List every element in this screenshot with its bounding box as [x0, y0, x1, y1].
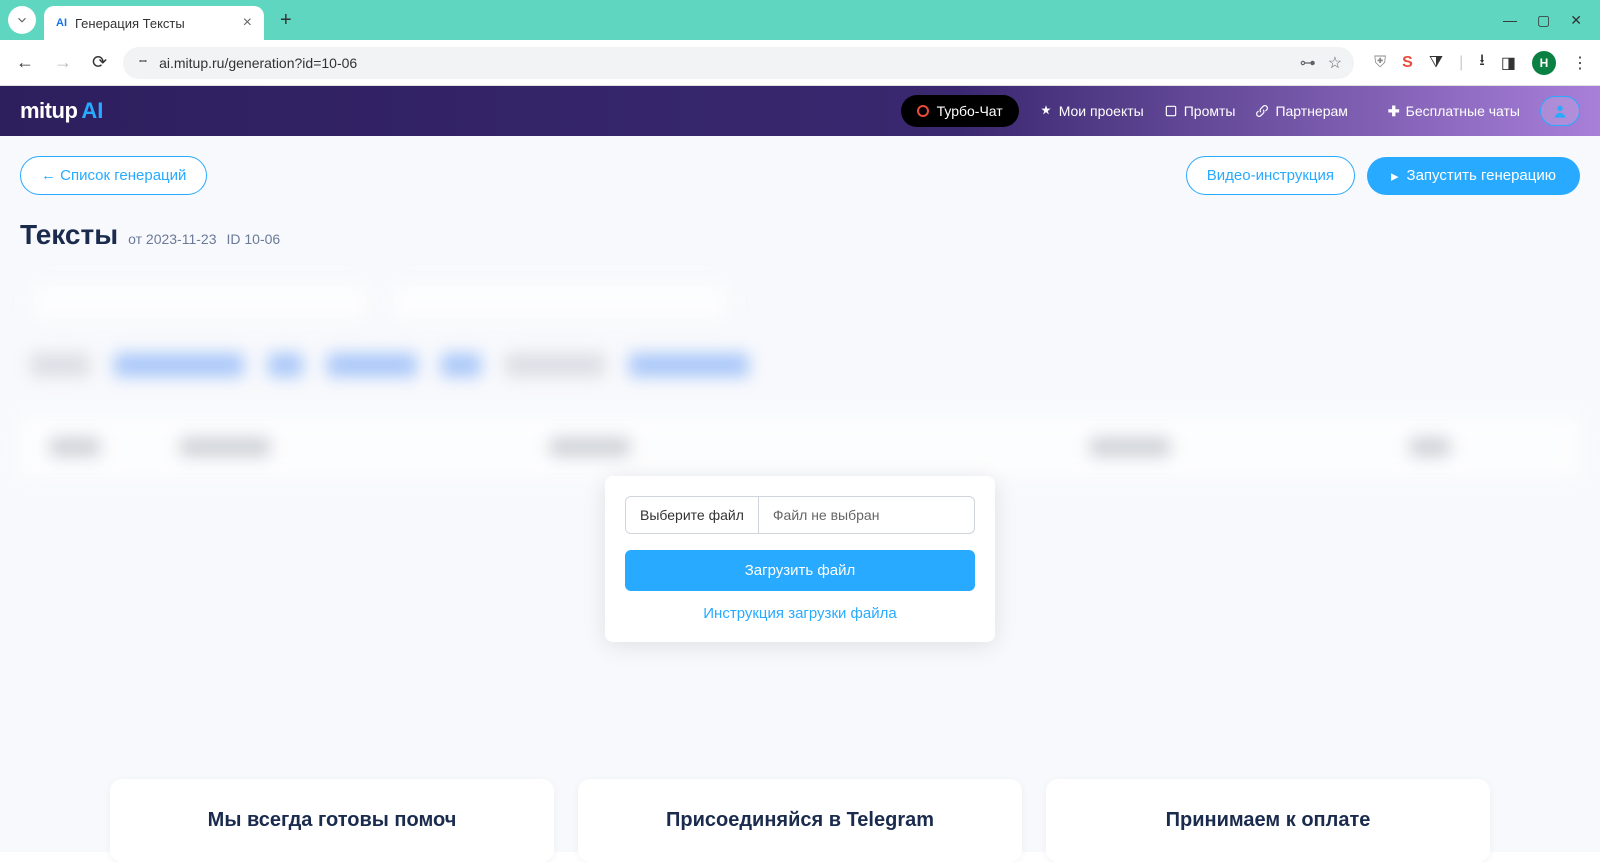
- extension-shield-icon[interactable]: ⛨: [1374, 54, 1386, 72]
- browser-menu-icon[interactable]: ⋮: [1572, 53, 1588, 73]
- back-to-list-button[interactable]: ← Список генераций: [20, 156, 207, 195]
- footer-card-telegram[interactable]: Присоединяйся в Telegram: [578, 779, 1022, 862]
- title-main: Тексты: [20, 219, 118, 251]
- nav-projects[interactable]: Мои проекты: [1039, 103, 1144, 119]
- nav-forward-icon[interactable]: →: [50, 48, 76, 77]
- password-key-icon[interactable]: ⊶: [1300, 53, 1316, 73]
- nav-reload-icon[interactable]: ⟳: [88, 48, 111, 77]
- nav-partners[interactable]: Партнерам: [1255, 103, 1347, 119]
- video-instruction-button[interactable]: Видео-инструкция: [1186, 156, 1355, 195]
- profile-avatar[interactable]: Н: [1532, 51, 1556, 75]
- record-dot-icon: [917, 105, 929, 117]
- bookmark-star-icon[interactable]: ☆: [1328, 53, 1342, 73]
- tab-title: Генерация Тексты: [75, 16, 235, 31]
- url-text: ai.mitup.ru/generation?id=10-06: [159, 55, 1292, 71]
- sidepanel-icon[interactable]: ◨: [1501, 53, 1516, 73]
- file-name-label: Файл не выбран: [759, 497, 974, 533]
- url-bar[interactable]: ai.mitup.ru/generation?id=10-06 ⊶ ☆: [123, 47, 1354, 79]
- title-id: ID 10-06: [226, 231, 280, 247]
- tab-search-button[interactable]: [8, 6, 36, 34]
- footer-card-payment[interactable]: Принимаем к оплате: [1046, 779, 1490, 862]
- upload-file-button[interactable]: Загрузить файл: [625, 550, 975, 591]
- browser-toolbar: ← → ⟳ ai.mitup.ru/generation?id=10-06 ⊶ …: [0, 40, 1600, 86]
- turbo-chat-button[interactable]: Турбо-Чат: [901, 95, 1019, 127]
- nav-back-icon[interactable]: ←: [12, 48, 38, 77]
- run-generation-button[interactable]: ▸ Запустить генерацию: [1367, 157, 1580, 195]
- nav-prompts[interactable]: Промты: [1164, 103, 1236, 119]
- extensions-puzzle-icon[interactable]: ⧩: [1429, 54, 1443, 72]
- footer-cards: Мы всегда готовы помоч Присоединяйся в T…: [0, 779, 1600, 862]
- page-title: Тексты от 2023-11-23 ID 10-06: [20, 219, 1580, 251]
- logo-ai: AI: [81, 98, 103, 124]
- file-input[interactable]: Выберите файл Файл не выбран: [625, 496, 975, 534]
- window-close-icon[interactable]: ✕: [1570, 12, 1582, 29]
- main-content: ← Список генераций Видео-инструкция ▸ За…: [0, 136, 1600, 852]
- footer-card-help[interactable]: Мы всегда готовы помоч: [110, 779, 554, 862]
- extension-s-icon[interactable]: S: [1402, 54, 1413, 72]
- site-info-icon[interactable]: [135, 53, 151, 72]
- app-header: mitup AI Турбо-Чат Мои проекты Промты Па…: [0, 86, 1600, 136]
- blurred-background: [20, 281, 1580, 477]
- browser-tab[interactable]: AI Генерация Тексты ×: [44, 6, 264, 40]
- title-date: от 2023-11-23: [128, 231, 216, 247]
- new-tab-button[interactable]: +: [280, 9, 292, 32]
- upload-instruction-link[interactable]: Инструкция загрузки файла: [625, 605, 975, 622]
- nav-free-chats[interactable]: ✚ Бесплатные чаты: [1368, 103, 1520, 120]
- play-icon: ▸: [1391, 167, 1399, 185]
- downloads-icon[interactable]: ⭳: [1479, 49, 1485, 76]
- logo-text: mitup: [20, 98, 77, 124]
- window-controls: — ▢ ✕: [1503, 12, 1592, 29]
- window-maximize-icon[interactable]: ▢: [1537, 12, 1550, 29]
- logo[interactable]: mitup AI: [20, 98, 103, 124]
- tab-close-icon[interactable]: ×: [243, 14, 252, 32]
- user-profile-button[interactable]: [1540, 96, 1580, 126]
- tab-favicon: AI: [56, 17, 67, 29]
- window-minimize-icon[interactable]: —: [1503, 12, 1517, 29]
- upload-modal: Выберите файл Файл не выбран Загрузить ф…: [605, 476, 995, 642]
- choose-file-button[interactable]: Выберите файл: [626, 497, 759, 533]
- browser-tab-strip: AI Генерация Тексты × + — ▢ ✕: [0, 0, 1600, 40]
